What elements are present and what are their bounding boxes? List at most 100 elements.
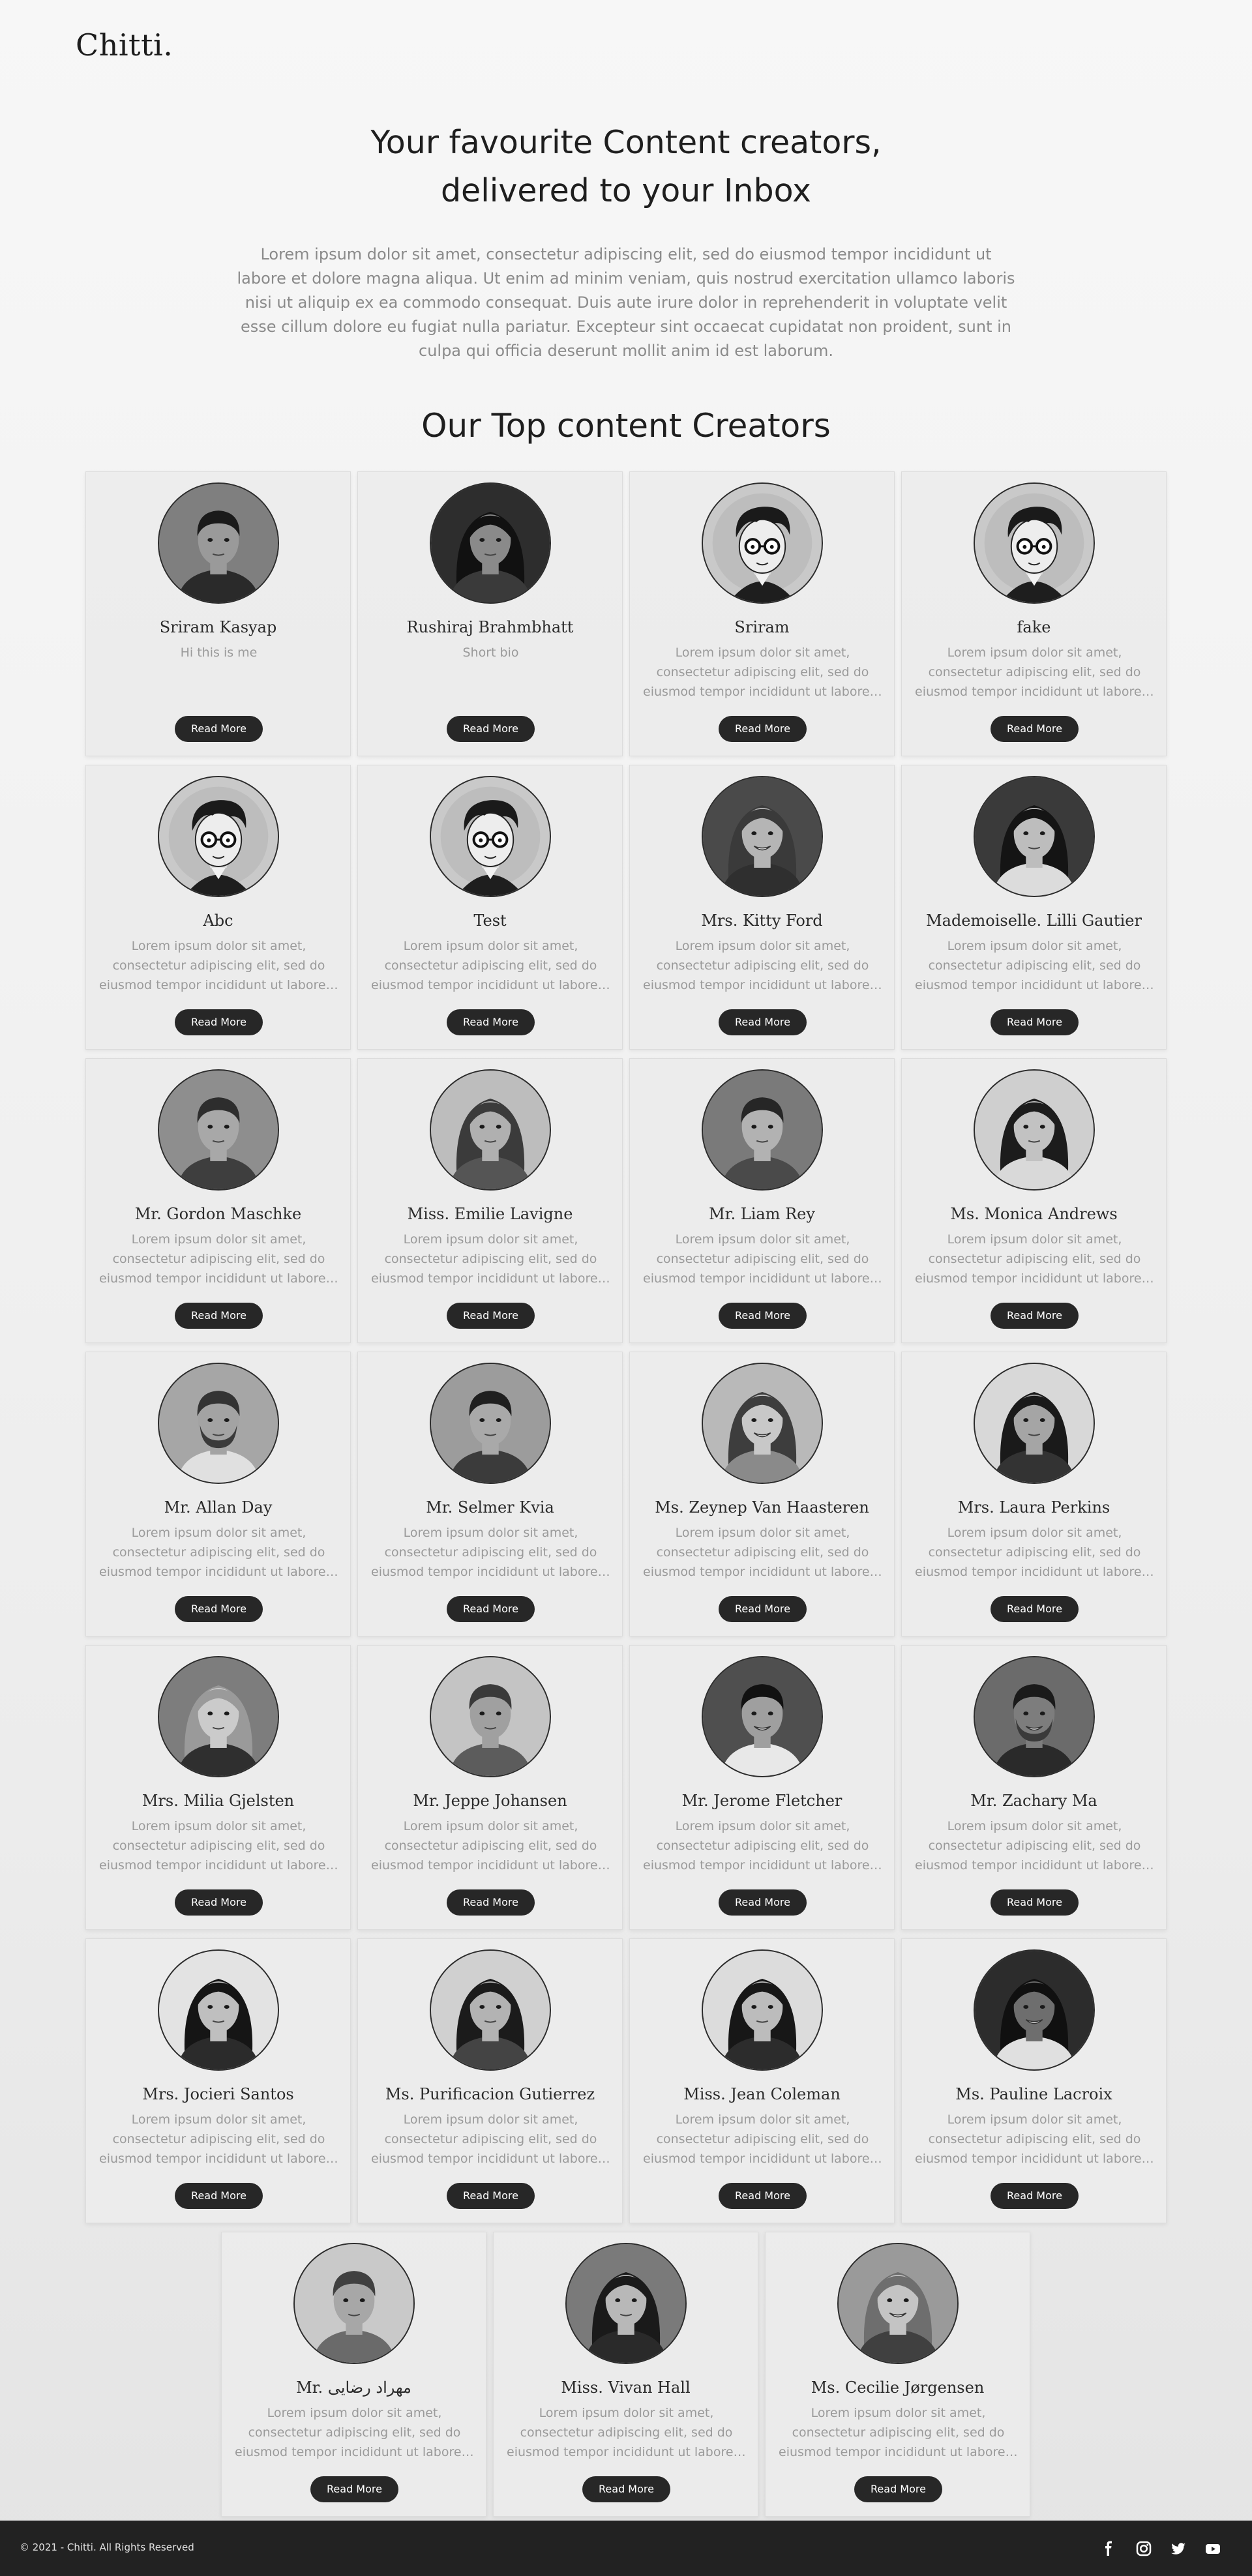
creator-bio-line: eiusmod tempor incididunt ut labore e... — [99, 1858, 338, 1873]
creator-bio: Short bio — [371, 643, 610, 703]
read-more-button[interactable]: Read More — [991, 1009, 1079, 1035]
avatar[interactable] — [702, 776, 823, 897]
read-more-button[interactable]: Read More — [991, 2183, 1079, 2209]
creator-bio-line: eiusmod tempor incididunt ut labore e... — [643, 978, 882, 992]
read-more-button[interactable]: Read More — [719, 1303, 807, 1329]
creator-bio-line: Lorem ipsum dolor sit amet, — [539, 2406, 714, 2420]
avatar[interactable] — [430, 1949, 551, 2071]
avatar[interactable] — [158, 1656, 279, 1777]
creator-name: Mr. Liam Rey — [709, 1205, 815, 1223]
read-more-button[interactable]: Read More — [447, 1009, 535, 1035]
creator-name: Mr. Allan Day — [164, 1498, 273, 1517]
avatar[interactable] — [430, 776, 551, 897]
avatar[interactable] — [974, 1363, 1095, 1484]
creator-bio-line: Lorem ipsum dolor sit amet, — [947, 1232, 1122, 1247]
creator-bio-line: consectetur adipiscing elit, sed do — [656, 1252, 869, 1266]
avatar[interactable] — [158, 776, 279, 897]
hero-title-line1: Your favourite Content creators, — [370, 124, 882, 161]
read-more-button[interactable]: Read More — [719, 716, 807, 742]
avatar[interactable] — [158, 1363, 279, 1484]
avatar[interactable] — [565, 2243, 687, 2364]
creator-bio-line: Lorem ipsum dolor sit amet, — [267, 2406, 442, 2420]
facebook-icon[interactable] — [1097, 2538, 1120, 2560]
read-more-button[interactable]: Read More — [447, 1596, 535, 1622]
site-logo[interactable]: Chitti. — [76, 27, 173, 63]
creator-name: Mrs. Laura Perkins — [957, 1498, 1110, 1517]
read-more-button[interactable]: Read More — [447, 2183, 535, 2209]
avatar[interactable] — [974, 776, 1095, 897]
read-more-button[interactable]: Read More — [447, 1889, 535, 1916]
avatar[interactable] — [430, 1656, 551, 1777]
creator-bio-line: consectetur adipiscing elit, sed do — [656, 958, 869, 973]
creator-bio-line: consectetur adipiscing elit, sed do — [112, 958, 325, 973]
creator-bio-line: Lorem ipsum dolor sit amet, — [131, 1526, 306, 1540]
read-more-button[interactable]: Read More — [175, 1009, 263, 1035]
creator-bio-line: eiusmod tempor incididunt ut labore e... — [915, 1858, 1154, 1873]
read-more-button[interactable]: Read More — [719, 1596, 807, 1622]
creator-bio-line: Lorem ipsum dolor sit amet, — [947, 939, 1122, 953]
creator-bio: Lorem ipsum dolor sit amet, consectetur a… — [915, 2110, 1154, 2170]
creator-bio-line: Lorem ipsum dolor sit amet, — [403, 1526, 578, 1540]
read-more-button[interactable]: Read More — [991, 1596, 1079, 1622]
avatar[interactable] — [702, 482, 823, 604]
creator-card: Test Lorem ipsum dolor sit amet, consectet… — [357, 765, 623, 1050]
read-more-button[interactable]: Read More — [447, 1303, 535, 1329]
avatar[interactable] — [974, 1949, 1095, 2071]
creator-bio-line: consectetur adipiscing elit, sed do — [520, 2425, 733, 2440]
creator-bio-line: Lorem ipsum dolor sit amet, — [131, 2112, 306, 2127]
creator-bio-line: consectetur adipiscing elit, sed do — [928, 1252, 1141, 1266]
creator-card: Mr. Jerome Fletcher Lorem ipsum dolor sit… — [629, 1645, 895, 1930]
creator-name: Ms. Pauline Lacroix — [955, 2085, 1112, 2103]
read-more-button[interactable]: Read More — [175, 1889, 263, 1916]
footer: © 2021 - Chitti. All Rights Reserved — [0, 2521, 1252, 2576]
creator-name: Mrs. Jocieri Santos — [142, 2085, 294, 2103]
creator-bio: Lorem ipsum dolor sit amet, consectetur a… — [507, 2403, 746, 2463]
avatar[interactable] — [430, 1363, 551, 1484]
avatar[interactable] — [430, 1069, 551, 1191]
avatar[interactable] — [702, 1656, 823, 1777]
read-more-button[interactable]: Read More — [719, 2183, 807, 2209]
read-more-button[interactable]: Read More — [175, 1303, 263, 1329]
read-more-button[interactable]: Read More — [719, 1889, 807, 1916]
read-more-button[interactable]: Read More — [175, 2183, 263, 2209]
read-more-button[interactable]: Read More — [175, 1596, 263, 1622]
creator-bio-line: Hi this is me — [180, 645, 258, 660]
creator-bio-line: eiusmod tempor incididunt ut labore e... — [643, 685, 882, 699]
creator-bio-line: consectetur adipiscing elit, sed do — [384, 1839, 597, 1853]
read-more-button[interactable]: Read More — [175, 716, 263, 742]
read-more-button[interactable]: Read More — [991, 1303, 1079, 1329]
creator-card: Sriram Lorem ipsum dolor sit amet, consect… — [629, 471, 895, 756]
youtube-icon[interactable] — [1202, 2538, 1224, 2560]
avatar[interactable] — [702, 1069, 823, 1191]
creator-card: Mr. Liam Rey Lorem ipsum dolor sit amet, c… — [629, 1058, 895, 1343]
avatar[interactable] — [974, 1069, 1095, 1191]
read-more-button[interactable]: Read More — [447, 716, 535, 742]
avatar[interactable] — [158, 1949, 279, 2071]
read-more-button[interactable]: Read More — [310, 2476, 398, 2502]
twitter-icon[interactable] — [1167, 2538, 1189, 2560]
creator-bio-line: Lorem ipsum dolor sit amet, — [675, 1526, 850, 1540]
creator-bio-line: consectetur adipiscing elit, sed do — [112, 1545, 325, 1560]
avatar[interactable] — [974, 482, 1095, 604]
creator-bio-line: consectetur adipiscing elit, sed do — [656, 1839, 869, 1853]
avatar[interactable] — [430, 482, 551, 604]
avatar[interactable] — [702, 1363, 823, 1484]
creator-bio: Lorem ipsum dolor sit amet, consectetur a… — [915, 1816, 1154, 1876]
avatar[interactable] — [974, 1656, 1095, 1777]
read-more-button[interactable]: Read More — [719, 1009, 807, 1035]
creator-card: Mr. Allan Day Lorem ipsum dolor sit amet,… — [85, 1352, 351, 1636]
avatar[interactable] — [158, 1069, 279, 1191]
creator-bio-line: eiusmod tempor incididunt ut labore e... — [99, 1565, 338, 1579]
creator-card: Ms. Pauline Lacroix Lorem ipsum dolor sit… — [901, 1938, 1167, 2223]
read-more-button[interactable]: Read More — [854, 2476, 942, 2502]
avatar[interactable] — [702, 1949, 823, 2071]
creator-bio: Lorem ipsum dolor sit amet, consectetur a… — [235, 2403, 474, 2463]
avatar[interactable] — [837, 2243, 959, 2364]
creator-name: Sriram Kasyap — [159, 618, 277, 636]
read-more-button[interactable]: Read More — [991, 1889, 1079, 1916]
instagram-icon[interactable] — [1133, 2538, 1155, 2560]
read-more-button[interactable]: Read More — [582, 2476, 670, 2502]
read-more-button[interactable]: Read More — [991, 716, 1079, 742]
avatar[interactable] — [158, 482, 279, 604]
avatar[interactable] — [293, 2243, 415, 2364]
